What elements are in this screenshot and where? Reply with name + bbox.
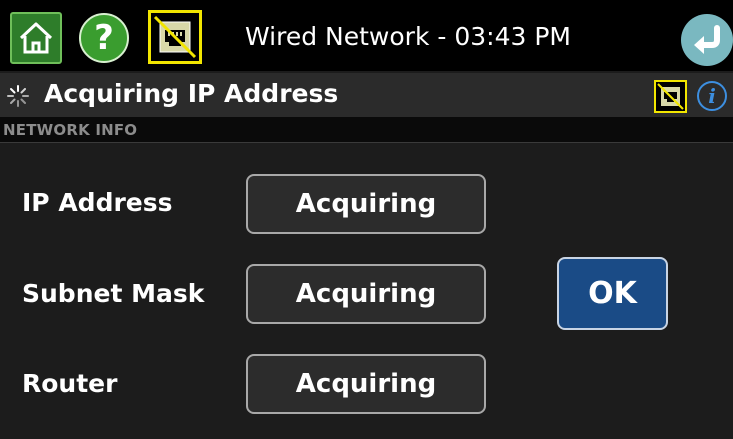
subnet-mask-field[interactable]: Acquiring	[246, 264, 486, 324]
network-status-indicator[interactable]	[654, 80, 687, 113]
network-status-button[interactable]	[148, 10, 202, 64]
network-info-panel: IP Address Acquiring Subnet Mask Acquiri…	[0, 143, 733, 439]
ip-address-field[interactable]: Acquiring	[246, 174, 486, 234]
status-bar: Acquiring IP Address	[0, 73, 733, 117]
loading-spinner-icon	[7, 85, 29, 107]
subnet-mask-label: Subnet Mask	[22, 279, 205, 308]
ip-address-label: IP Address	[22, 188, 173, 217]
network-port-disconnected-icon	[657, 83, 684, 110]
router-field[interactable]: Acquiring	[246, 354, 486, 414]
info-icon[interactable]: i	[697, 81, 727, 111]
home-button[interactable]	[10, 12, 62, 64]
back-arrow-icon	[694, 25, 720, 54]
home-icon	[19, 22, 53, 54]
router-label: Router	[22, 369, 118, 398]
page-title: Wired Network - 03:43 PM	[245, 22, 571, 51]
section-label: NETWORK INFO	[3, 121, 138, 139]
status-text: Acquiring IP Address	[44, 79, 339, 108]
info-glyph: i	[708, 84, 716, 108]
help-button[interactable]: ?	[79, 13, 129, 63]
top-bar: ? Wired Network - 03:43 PM	[0, 0, 733, 71]
section-header: NETWORK INFO	[0, 117, 733, 143]
back-button[interactable]	[681, 14, 733, 66]
ok-button[interactable]: OK	[557, 257, 668, 330]
network-port-disconnected-icon	[153, 15, 197, 59]
help-icon: ?	[94, 18, 114, 58]
